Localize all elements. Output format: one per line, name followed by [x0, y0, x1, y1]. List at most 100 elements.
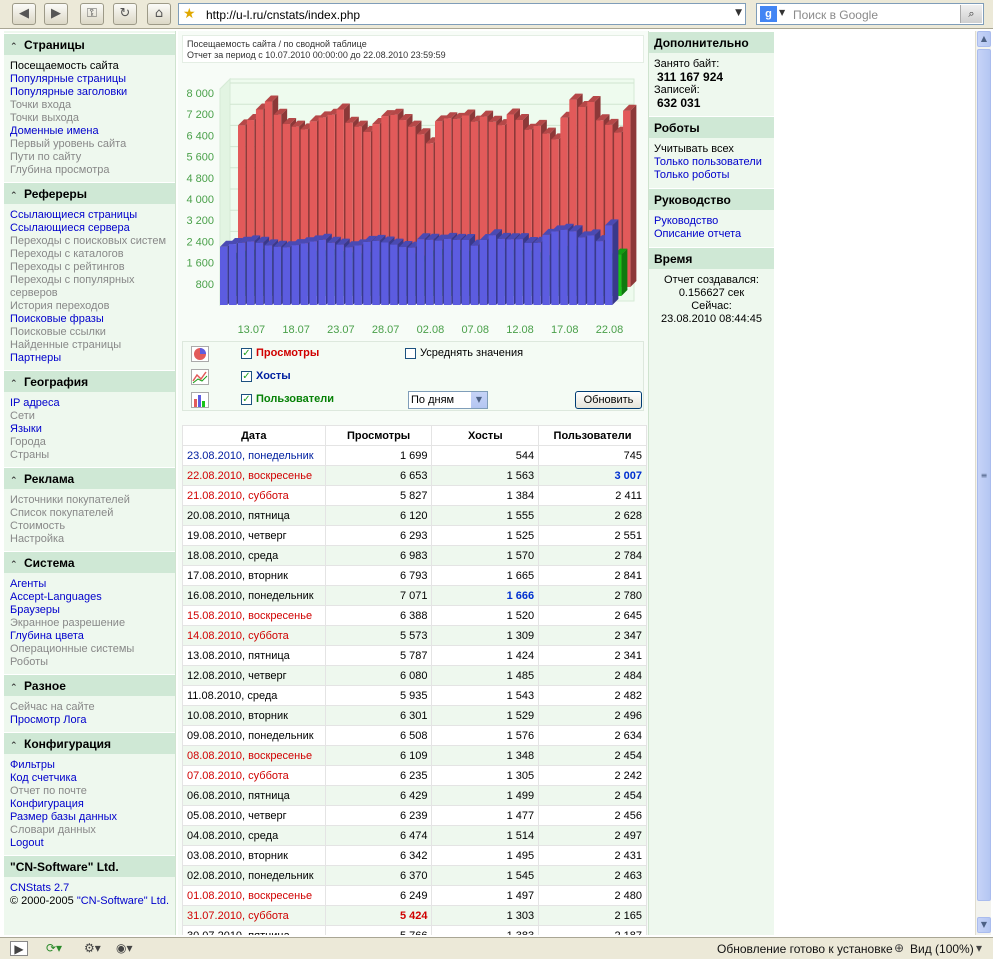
- users-checkbox[interactable]: ✓: [241, 394, 252, 405]
- nav-item[interactable]: Посещаемость сайта: [10, 60, 175, 73]
- collapse-icon[interactable]: ⌃: [10, 470, 24, 492]
- views-checkbox[interactable]: ✓: [241, 348, 252, 359]
- search-engine-dropdown-icon[interactable]: ▼: [779, 8, 785, 17]
- url-text[interactable]: http://u-l.ru/cnstats/index.php: [206, 8, 360, 22]
- nav-item[interactable]: IP адреса: [10, 397, 175, 410]
- scroll-down-button[interactable]: ▼: [977, 917, 991, 933]
- average-checkbox[interactable]: [405, 348, 416, 359]
- update-button[interactable]: Обновить: [575, 391, 642, 409]
- nav-section-header[interactable]: ⌃ Система: [4, 551, 175, 573]
- bookmark-star-icon[interactable]: ★: [183, 5, 196, 23]
- guide-link[interactable]: Руководство: [654, 215, 774, 228]
- company-link[interactable]: "CN-Software" Ltd.: [77, 895, 169, 907]
- nav-item[interactable]: Код счетчика: [10, 772, 175, 785]
- google-icon[interactable]: g: [760, 6, 777, 22]
- collapse-icon[interactable]: ⌃: [10, 36, 24, 58]
- column-header-views[interactable]: Просмотры: [324, 425, 433, 446]
- nav-item[interactable]: Браузеры: [10, 604, 175, 617]
- vertical-scrollbar[interactable]: ▲ ≡ ▼: [975, 31, 991, 935]
- nav-section-header[interactable]: ⌃ География: [4, 370, 175, 392]
- bar-front: [551, 231, 559, 305]
- key-icon[interactable]: ⚿: [80, 3, 104, 25]
- collapse-icon[interactable]: ⌃: [10, 677, 24, 699]
- forward-button[interactable]: ▶: [44, 3, 68, 25]
- security-icon[interactable]: ◉▾: [116, 941, 133, 956]
- bar-side: [630, 104, 637, 287]
- robots-users-link[interactable]: Только пользователи: [654, 156, 774, 169]
- nav-item[interactable]: Фильтры: [10, 759, 175, 772]
- x-tick-label: 13.07: [238, 324, 266, 336]
- records-value: 632 031: [657, 96, 701, 110]
- collapse-icon[interactable]: ⌃: [10, 185, 24, 207]
- period-select[interactable]: По дням ▼: [408, 391, 488, 409]
- column-header-users[interactable]: Пользователи: [538, 425, 647, 446]
- nav-item: Сети: [10, 410, 35, 422]
- nav-item[interactable]: Партнеры: [10, 352, 175, 365]
- nav-item[interactable]: Accept-Languages: [10, 591, 175, 604]
- zoom-icon[interactable]: ⊕: [894, 941, 904, 956]
- cell-hosts: 544: [431, 445, 540, 466]
- nav-item[interactable]: Агенты: [10, 578, 175, 591]
- scroll-thumb[interactable]: ≡: [977, 49, 991, 901]
- bar-front: [452, 239, 461, 305]
- table-row: 07.08.2010, суббота 6 235 1 305 2 242: [182, 765, 647, 786]
- column-header-hosts[interactable]: Хосты: [431, 425, 540, 446]
- hosts-checkbox[interactable]: ✓: [241, 371, 252, 382]
- nav-item[interactable]: Популярные страницы: [10, 73, 175, 86]
- nav-item: Сейчас на сайте: [10, 701, 95, 713]
- nav-item[interactable]: Logout: [10, 837, 175, 850]
- line-chart-icon[interactable]: [191, 369, 209, 385]
- network-icon[interactable]: ⚙▾: [84, 941, 101, 956]
- traffic-chart: 800 1 600 2 400 3 200 4 000 4 800 5 600 6 400 7 …: [186, 77, 637, 336]
- nav-section-header[interactable]: ⌃ Разное: [4, 674, 175, 696]
- search-icon[interactable]: ⌕: [960, 5, 982, 23]
- bar-chart-icon[interactable]: [191, 392, 209, 408]
- pie-chart-icon[interactable]: [191, 346, 209, 362]
- y-tick-label: 7 200: [186, 109, 214, 121]
- cell-date: 08.08.2010, воскресенье: [182, 745, 326, 766]
- sync-icon[interactable]: ⟳▾: [46, 941, 62, 956]
- robots-only-link[interactable]: Только роботы: [654, 169, 774, 182]
- url-bar[interactable]: ★ http://u-l.ru/cnstats/index.php ▼: [178, 3, 746, 25]
- nav-item: Пути по сайту: [10, 151, 82, 163]
- report-description-link[interactable]: Описание отчета: [654, 228, 774, 241]
- search-input[interactable]: Поиск в Google: [793, 8, 878, 22]
- collapse-icon[interactable]: ⌃: [10, 373, 24, 395]
- column-header-date[interactable]: Дата: [182, 425, 326, 446]
- nav-item[interactable]: Языки: [10, 423, 175, 436]
- nav-item[interactable]: Просмотр Лога: [10, 714, 175, 727]
- nav-section-header[interactable]: ⌃ Страницы: [4, 33, 175, 55]
- sidebar-toggle-icon[interactable]: ▶: [10, 941, 28, 956]
- nav-section-title: География: [24, 375, 89, 389]
- nav-item[interactable]: Конфигурация: [10, 798, 175, 811]
- nav-item: История переходов: [10, 300, 110, 312]
- bar-front: [578, 237, 586, 305]
- nav-item[interactable]: Доменные имена: [10, 125, 175, 138]
- product-link[interactable]: CNStats 2.7: [10, 882, 175, 895]
- nav-item[interactable]: Размер базы данных: [10, 811, 175, 824]
- nav-item[interactable]: Популярные заголовки: [10, 86, 175, 99]
- search-bar[interactable]: g ▼ Поиск в Google ⌕: [756, 3, 984, 25]
- collapse-icon[interactable]: ⌃: [10, 735, 24, 757]
- cell-views: 5 827: [324, 485, 433, 506]
- nav-section-header[interactable]: ⌃ Конфигурация: [4, 732, 175, 754]
- chevron-down-icon[interactable]: ▼: [735, 8, 742, 18]
- chevron-down-icon[interactable]: ▾: [976, 941, 982, 956]
- chevron-down-icon[interactable]: ▼: [471, 392, 487, 408]
- reload-button[interactable]: ↻: [113, 3, 137, 25]
- nav-item[interactable]: Поисковые фразы: [10, 313, 175, 326]
- scroll-up-button[interactable]: ▲: [977, 31, 991, 47]
- nav-section-header[interactable]: ⌃ Рефереры: [4, 182, 175, 204]
- nav-item: Найденные страницы: [10, 339, 122, 351]
- nav-item[interactable]: Ссылающиеся страницы: [10, 209, 175, 222]
- home-button[interactable]: ⌂: [147, 3, 171, 25]
- nav-item[interactable]: Глубина цвета: [10, 630, 175, 643]
- nav-item[interactable]: Ссылающиеся сервера: [10, 222, 175, 235]
- robots-heading: Роботы: [649, 116, 774, 138]
- cell-views: 5 424: [324, 905, 433, 926]
- views-label: Просмотры: [256, 347, 320, 359]
- nav-section-header[interactable]: ⌃ Реклама: [4, 467, 175, 489]
- back-button[interactable]: ◀: [12, 3, 36, 25]
- zoom-level[interactable]: Вид (100%): [910, 942, 974, 956]
- collapse-icon[interactable]: ⌃: [10, 554, 24, 576]
